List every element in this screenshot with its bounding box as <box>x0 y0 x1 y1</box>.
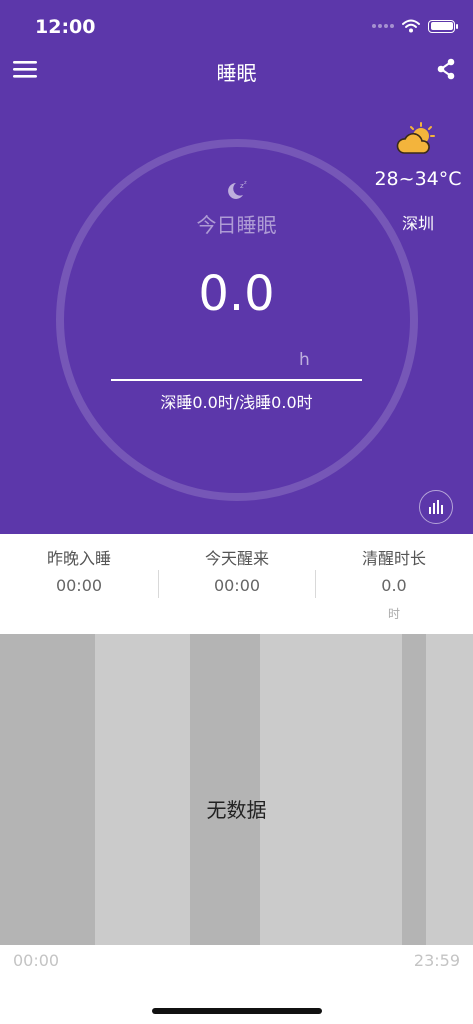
status-icons <box>372 19 458 33</box>
sleep-unit: h <box>299 350 310 370</box>
status-time: 12:00 <box>35 16 96 38</box>
timeline-band <box>190 634 260 945</box>
statistics-button[interactable] <box>419 490 453 524</box>
moon-icon: z z <box>228 180 247 199</box>
no-data-text: 无数据 <box>206 798 267 822</box>
city-name: 深圳 <box>401 214 434 233</box>
nav-bar: 睡眠 <box>0 54 473 85</box>
share-icon <box>437 58 455 80</box>
awake-duration-unit: 时 <box>387 607 400 621</box>
value-underline <box>111 379 362 381</box>
awake-duration-label: 清醒时长 <box>361 549 426 568</box>
sleep-timeline-chart: 无数据 <box>0 634 473 945</box>
bedtime-value: 00:00 <box>55 576 103 595</box>
temperature-range: 28~34°C <box>374 168 462 190</box>
page-title: 睡眠 <box>216 61 257 85</box>
svg-text:z: z <box>244 180 247 186</box>
wifi-icon <box>402 19 420 33</box>
battery-icon <box>428 19 458 33</box>
timeline-band <box>0 634 95 945</box>
timeline-end-label: 23:59 <box>413 951 460 970</box>
partly-cloudy-icon <box>396 122 435 154</box>
status-bar: 12:00 <box>0 0 473 54</box>
share-button[interactable] <box>434 57 458 81</box>
awake-duration-value: 0.0 <box>381 576 407 595</box>
sleep-summary: 昨晚入睡 00:00 今天醒来 00:00 清醒时长 0.0 时 <box>0 534 473 634</box>
deep-light-sleep-text: 深睡0.0时/浅睡0.0时 <box>160 393 313 412</box>
bedtime-label: 昨晚入睡 <box>46 549 111 568</box>
timeline-start-label: 00:00 <box>13 951 60 970</box>
timeline-band <box>402 634 426 945</box>
sleep-header: 12:00 睡眠 z z 今日睡眠 0.0 h 深睡0.0时/浅睡0.0时 28… <box>0 0 473 534</box>
home-indicator[interactable] <box>152 1008 322 1014</box>
wake-time-label: 今天醒来 <box>204 549 269 568</box>
sleep-hours-value: 0.0 <box>198 266 275 322</box>
wake-time-value: 00:00 <box>213 576 261 595</box>
cellular-signal-icon <box>372 24 394 28</box>
bar-chart-icon <box>429 500 443 514</box>
